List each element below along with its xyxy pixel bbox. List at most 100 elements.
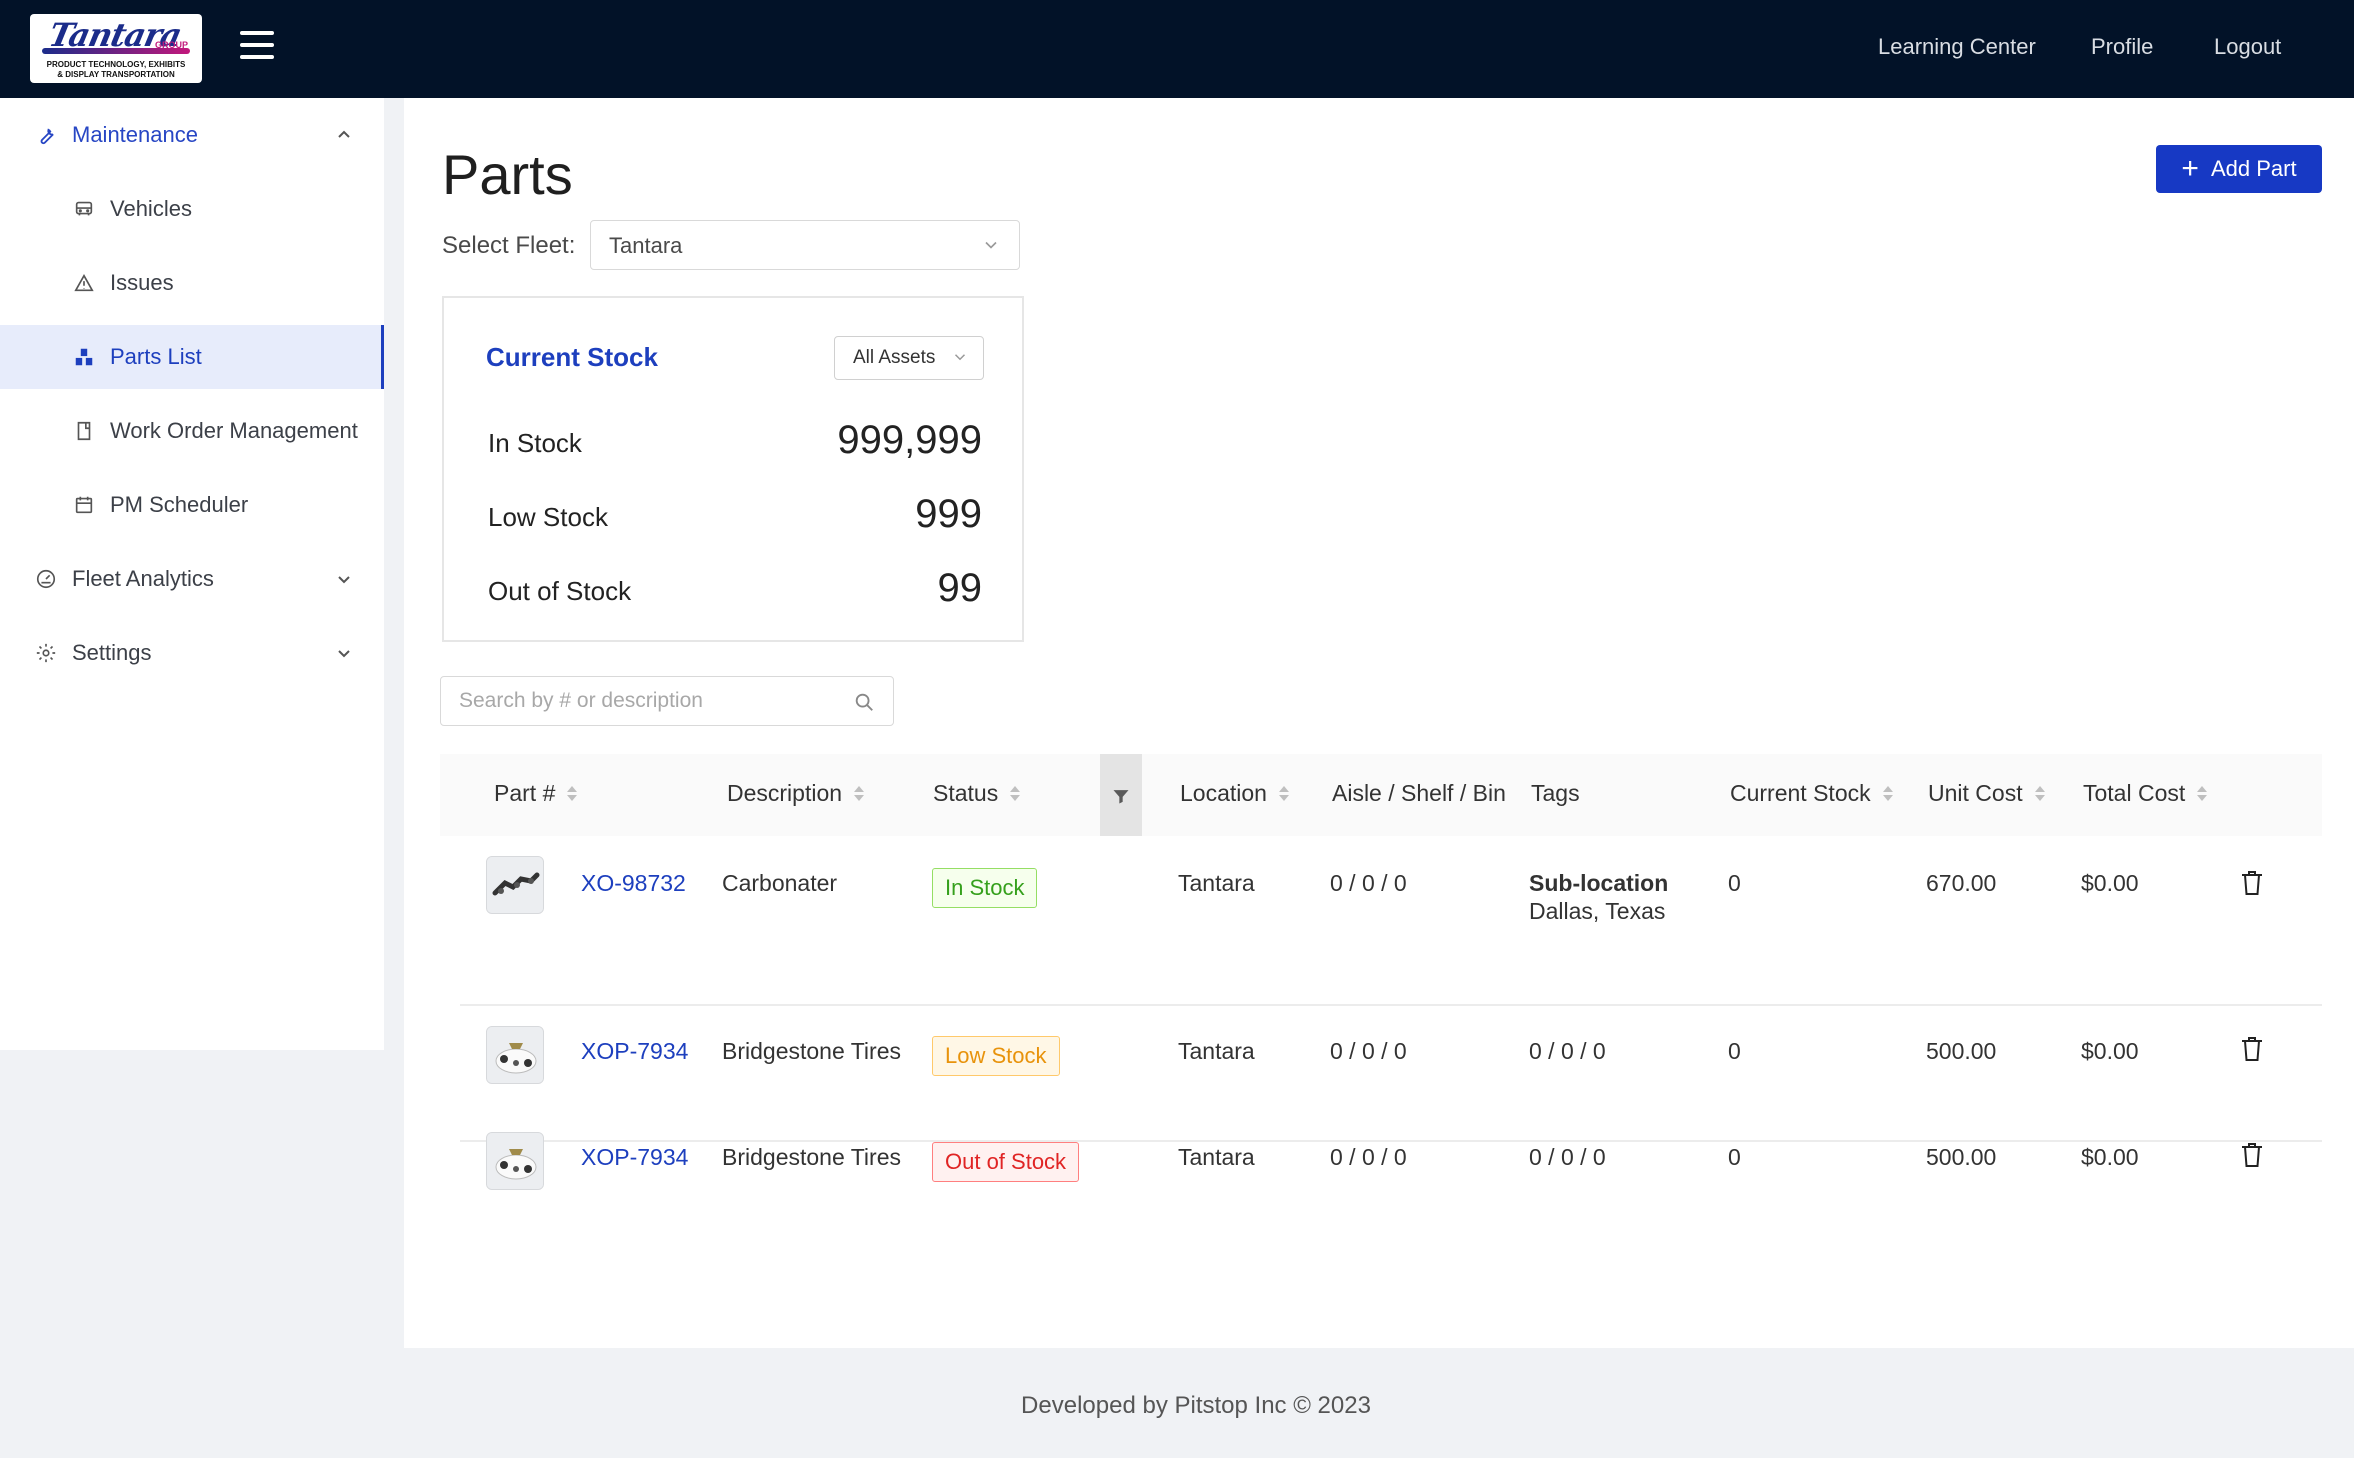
in-stock-label: In Stock bbox=[488, 428, 582, 458]
delete-trash-icon[interactable] bbox=[2240, 1142, 2264, 1168]
current-stock-title: Current Stock bbox=[486, 342, 658, 372]
calendar-icon bbox=[72, 493, 96, 517]
sort-icon bbox=[2197, 786, 2208, 801]
add-part-label: Add Part bbox=[2210, 156, 2297, 181]
unit-cost-value: 500.00 bbox=[1926, 1144, 1997, 1170]
part-thumbnail bbox=[486, 1132, 544, 1190]
chevron-down-icon bbox=[338, 576, 350, 584]
column-header-part[interactable]: Part # bbox=[494, 780, 578, 807]
sidebar-item-vehicles[interactable]: Vehicles bbox=[0, 177, 384, 241]
menu-toggle-icon[interactable] bbox=[240, 28, 276, 62]
unit-cost-value: 500.00 bbox=[1926, 1038, 1997, 1064]
sidebar-item-label: Parts List bbox=[110, 344, 202, 369]
sidebar-item-maintenance[interactable]: Maintenance bbox=[0, 103, 384, 167]
sidebar-item-settings[interactable]: Settings bbox=[0, 621, 384, 685]
low-stock-label: Low Stock bbox=[488, 502, 608, 532]
tag-value: 0 / 0 / 0 bbox=[1529, 1144, 1606, 1170]
car-icon bbox=[72, 197, 96, 221]
column-header-label: Total Cost bbox=[2083, 780, 2186, 806]
dashboard-gauge-icon bbox=[34, 567, 58, 591]
column-header-label: Status bbox=[933, 780, 999, 806]
gear-icon bbox=[34, 641, 58, 665]
table-header: Part # Description Status Location Aisle… bbox=[440, 754, 2322, 836]
sort-icon bbox=[1882, 786, 1893, 801]
sidebar-item-issues[interactable]: Issues bbox=[0, 251, 384, 315]
total-cost-value: $0.00 bbox=[2081, 1144, 2139, 1170]
fleet-select-label: Select Fleet: bbox=[442, 232, 576, 259]
page-title: Parts bbox=[442, 143, 573, 206]
add-part-button[interactable]: + Add Part bbox=[2156, 145, 2322, 193]
page-footer: Developed by Pitstop Inc © 2023 bbox=[436, 1350, 2354, 1458]
column-header-aisle-shelf-bin: Aisle / Shelf / Bin bbox=[1332, 780, 1506, 807]
nav-learning-center[interactable]: Learning Center bbox=[1878, 34, 2036, 60]
sidebar-item-pm-scheduler[interactable]: PM Scheduler bbox=[0, 473, 384, 537]
sidebar-item-label: Vehicles bbox=[110, 196, 192, 221]
delete-trash-icon[interactable] bbox=[2240, 870, 2264, 896]
parts-boxes-icon bbox=[72, 345, 96, 369]
unit-cost-value: 670.00 bbox=[1926, 870, 1997, 896]
tag-value: Dallas, Texas bbox=[1529, 898, 1666, 924]
out-of-stock-value: 99 bbox=[937, 566, 983, 610]
row-divider bbox=[460, 1004, 2322, 1006]
sort-icon bbox=[854, 786, 865, 801]
in-stock-value: 999,999 bbox=[837, 418, 982, 462]
column-header-label: Tags bbox=[1531, 780, 1580, 806]
column-header-status[interactable]: Status bbox=[933, 780, 1021, 807]
sidebar-item-parts-list[interactable]: Parts List bbox=[0, 325, 384, 389]
chevron-down-icon bbox=[985, 241, 997, 249]
sidebar-item-label: Work Order Management bbox=[110, 418, 358, 443]
part-number-link[interactable]: XO-98732 bbox=[581, 870, 686, 897]
footer-text: Developed by Pitstop Inc © 2023 bbox=[1021, 1392, 1371, 1419]
column-header-location[interactable]: Location bbox=[1180, 780, 1289, 807]
status-badge: Low Stock bbox=[932, 1036, 1060, 1076]
part-location: Tantara bbox=[1178, 1038, 1255, 1064]
part-description: Bridgestone Tires bbox=[722, 1144, 901, 1170]
logo-tagline-1: PRODUCT TECHNOLOGY, EXHIBITS bbox=[46, 60, 186, 69]
column-header-description[interactable]: Description bbox=[727, 780, 865, 807]
document-icon bbox=[72, 419, 96, 443]
column-header-current-stock[interactable]: Current Stock bbox=[1730, 780, 1893, 807]
sort-icon bbox=[1010, 786, 1021, 801]
column-header-unit-cost[interactable]: Unit Cost bbox=[1928, 780, 2045, 807]
current-stock-value: 0 bbox=[1728, 1144, 1741, 1170]
search-input[interactable] bbox=[459, 689, 839, 713]
row-divider bbox=[460, 1140, 2322, 1142]
part-number-link[interactable]: XOP-7934 bbox=[581, 1144, 688, 1171]
filter-funnel-icon bbox=[1113, 790, 1129, 804]
tag-title: Sub-location bbox=[1529, 870, 1669, 896]
column-header-label: Location bbox=[1180, 780, 1267, 806]
part-thumbnail bbox=[486, 856, 544, 914]
current-stock-value: 0 bbox=[1728, 1038, 1741, 1064]
nav-profile[interactable]: Profile bbox=[2091, 34, 2153, 60]
sidebar: Maintenance Vehicles Issues Parts List W… bbox=[0, 98, 384, 1050]
sidebar-item-label: PM Scheduler bbox=[110, 492, 249, 517]
part-thumbnail bbox=[486, 1026, 544, 1084]
low-stock-value: 999 bbox=[915, 492, 982, 536]
total-cost-value: $0.00 bbox=[2081, 870, 2139, 896]
search-icon[interactable] bbox=[853, 691, 875, 713]
asset-filter-select[interactable]: All Assets bbox=[834, 336, 984, 380]
column-header-label: Part # bbox=[494, 780, 556, 806]
fleet-select[interactable]: Tantara bbox=[590, 220, 1020, 270]
status-filter-button[interactable] bbox=[1100, 754, 1142, 836]
aisle-shelf-bin: 0 / 0 / 0 bbox=[1330, 1038, 1407, 1064]
company-logo[interactable]: Tantara GROUP PRODUCT TECHNOLOGY, EXHIBI… bbox=[30, 14, 202, 83]
aisle-shelf-bin: 0 / 0 / 0 bbox=[1330, 870, 1407, 896]
column-header-total-cost[interactable]: Total Cost bbox=[2083, 780, 2208, 807]
part-number-link[interactable]: XOP-7934 bbox=[581, 1038, 688, 1065]
sidebar-item-label: Fleet Analytics bbox=[72, 566, 214, 591]
chevron-down-icon bbox=[954, 354, 966, 361]
sidebar-item-work-order-management[interactable]: Work Order Management bbox=[0, 399, 384, 463]
delete-trash-icon[interactable] bbox=[2240, 1036, 2264, 1062]
parts-search bbox=[440, 676, 894, 726]
top-header: Tantara GROUP PRODUCT TECHNOLOGY, EXHIBI… bbox=[0, 0, 2354, 98]
nav-logout[interactable]: Logout bbox=[2214, 34, 2281, 60]
chevron-down-icon bbox=[338, 650, 350, 658]
part-description: Carbonater bbox=[722, 870, 838, 896]
sidebar-item-label: Issues bbox=[110, 270, 174, 295]
sidebar-item-fleet-analytics[interactable]: Fleet Analytics bbox=[0, 547, 384, 611]
current-stock-card: Current Stock All Assets In Stock 999,99… bbox=[442, 296, 1024, 642]
fleet-select-value: Tantara bbox=[609, 233, 683, 258]
part-description: Bridgestone Tires bbox=[722, 1038, 901, 1064]
logo-tagline-2: & DISPLAY TRANSPORTATION bbox=[57, 70, 175, 79]
